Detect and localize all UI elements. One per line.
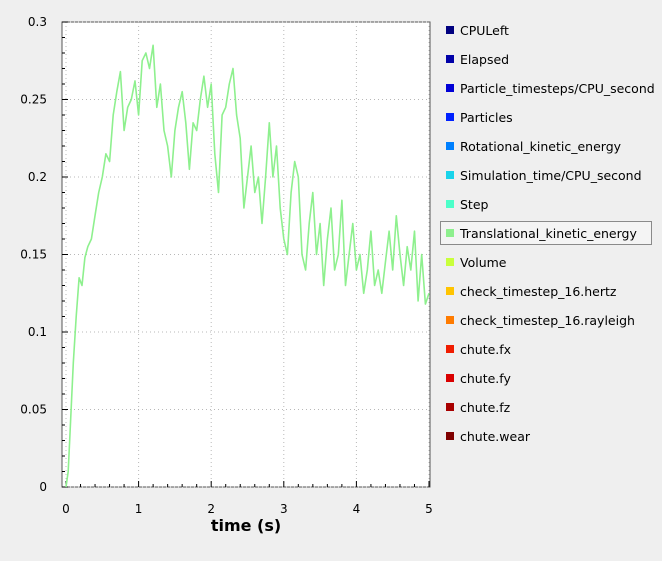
legend-item[interactable]: Elapsed <box>440 47 652 71</box>
legend-label: Translational_kinetic_energy <box>460 225 637 241</box>
legend-swatch <box>446 229 454 237</box>
y-tick-label: 0.05 <box>20 403 47 417</box>
legend-label: Simulation_time/CPU_second <box>460 167 642 183</box>
x-axis-title: time (s) <box>211 516 281 535</box>
x-tick-label: 5 <box>425 502 433 516</box>
legend-item[interactable]: CPULeft <box>440 18 652 42</box>
legend-item[interactable]: chute.fz <box>440 395 652 419</box>
y-tick-label: 0 <box>39 480 47 494</box>
legend-label: chute.fz <box>460 399 511 415</box>
legend-swatch <box>446 200 454 208</box>
legend-item[interactable]: chute.fy <box>440 366 652 390</box>
legend-label: check_timestep_16.rayleigh <box>460 312 635 328</box>
legend: CPULeft Elapsed Particle_timesteps/CPU_sec… <box>440 18 655 453</box>
legend-item[interactable]: check_timestep_16.hertz <box>440 279 652 303</box>
legend-item[interactable]: chute.wear <box>440 424 652 448</box>
legend-swatch <box>446 113 454 121</box>
legend-label: Volume <box>460 254 507 270</box>
legend-label: Particles <box>460 109 513 125</box>
y-tick-label: 0.25 <box>20 93 47 107</box>
x-tick-label: 3 <box>280 502 288 516</box>
legend-label: Elapsed <box>460 51 510 67</box>
legend-swatch <box>446 403 454 411</box>
legend-swatch <box>446 374 454 382</box>
legend-item[interactable]: Translational_kinetic_energy <box>440 221 652 245</box>
legend-label: Particle_timesteps/CPU_second <box>460 80 655 96</box>
legend-swatch <box>446 26 454 34</box>
y-tick-label: 0.2 <box>28 170 47 184</box>
legend-swatch <box>446 316 454 324</box>
legend-swatch <box>446 345 454 353</box>
legend-label: chute.fx <box>460 341 512 357</box>
legend-label: chute.fy <box>460 370 511 386</box>
legend-item[interactable]: check_timestep_16.rayleigh <box>440 308 652 332</box>
x-tick-label: 4 <box>353 502 361 516</box>
legend-item[interactable]: Particles <box>440 105 652 129</box>
y-tick-label: 0.3 <box>28 15 47 29</box>
legend-swatch <box>446 171 454 179</box>
legend-item[interactable]: chute.fx <box>440 337 652 361</box>
legend-label: CPULeft <box>460 22 509 38</box>
y-tick-label: 0.15 <box>20 248 47 262</box>
legend-label: chute.wear <box>460 428 530 444</box>
x-tick-label: 1 <box>135 502 143 516</box>
legend-swatch <box>446 84 454 92</box>
x-tick-label: 2 <box>207 502 215 516</box>
legend-swatch <box>446 258 454 266</box>
legend-item[interactable]: Step <box>440 192 652 216</box>
legend-swatch <box>446 55 454 63</box>
legend-label: Step <box>460 196 489 212</box>
legend-swatch <box>446 432 454 440</box>
legend-item[interactable]: Volume <box>440 250 652 274</box>
legend-label: Rotational_kinetic_energy <box>460 138 622 154</box>
legend-label: check_timestep_16.hertz <box>460 283 617 299</box>
legend-swatch <box>446 142 454 150</box>
y-tick-label: 0.1 <box>28 325 47 339</box>
legend-item[interactable]: Simulation_time/CPU_second <box>440 163 652 187</box>
legend-item[interactable]: Particle_timesteps/CPU_second <box>440 76 655 100</box>
x-tick-label: 0 <box>62 502 70 516</box>
legend-swatch <box>446 287 454 295</box>
legend-item[interactable]: Rotational_kinetic_energy <box>440 134 652 158</box>
